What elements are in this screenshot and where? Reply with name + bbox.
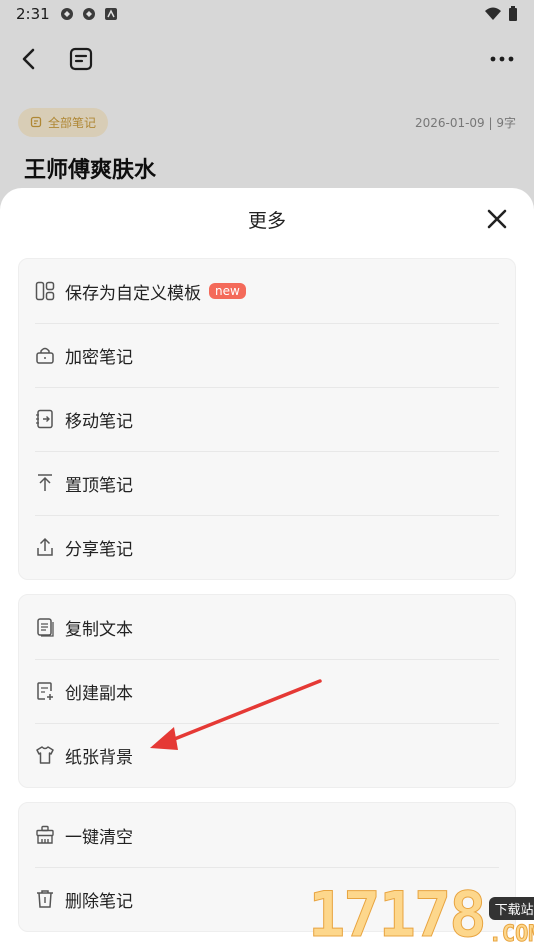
menu-item-label: 创建副本 bbox=[65, 683, 133, 704]
menu-item-encrypt[interactable]: 加密笔记 bbox=[19, 323, 515, 387]
menu-item-label: 移动笔记 bbox=[65, 411, 133, 432]
menu-group-copy: 复制文本 创建副本 纸张背景 bbox=[18, 594, 516, 788]
new-badge: new bbox=[209, 283, 246, 299]
menu-item-paper-background[interactable]: 纸张背景 bbox=[19, 723, 515, 787]
trash-icon bbox=[35, 889, 55, 909]
watermark-suffix: .COM bbox=[488, 922, 534, 947]
menu-item-save-template[interactable]: 保存为自定义模板 new bbox=[19, 259, 515, 323]
menu-item-label: 一键清空 bbox=[65, 827, 133, 848]
menu-item-pin-top[interactable]: 置顶笔记 bbox=[19, 451, 515, 515]
menu-item-clear[interactable]: 一键清空 bbox=[19, 803, 515, 867]
pin-top-icon bbox=[35, 473, 55, 493]
menu-item-label: 加密笔记 bbox=[65, 347, 133, 368]
copy-text-icon bbox=[35, 617, 55, 637]
watermark-logo: 17178 下载站 .COM bbox=[308, 878, 534, 948]
menu-item-copy-text[interactable]: 复制文本 bbox=[19, 595, 515, 659]
watermark-tag: 下载站 bbox=[488, 897, 534, 920]
menu-item-duplicate[interactable]: 创建副本 bbox=[19, 659, 515, 723]
shirt-icon bbox=[35, 745, 55, 765]
close-icon[interactable] bbox=[486, 208, 508, 230]
menu-item-label: 复制文本 bbox=[65, 619, 133, 640]
move-icon bbox=[35, 409, 55, 429]
menu-item-share[interactable]: 分享笔记 bbox=[19, 515, 515, 579]
lock-icon bbox=[35, 345, 55, 365]
menu-item-move[interactable]: 移动笔记 bbox=[19, 387, 515, 451]
menu-group-note: 保存为自定义模板 new 加密笔记 移动笔记 置顶笔记 分享笔记 bbox=[18, 258, 516, 580]
more-sheet: 更多 保存为自定义模板 new 加密笔记 移动笔记 置顶笔记 分享笔记 复制文本 bbox=[0, 188, 534, 948]
watermark-number: 17178 bbox=[308, 878, 488, 948]
duplicate-icon bbox=[35, 681, 55, 701]
menu-item-label: 纸张背景 bbox=[65, 747, 133, 768]
menu-item-label: 保存为自定义模板 bbox=[65, 283, 201, 304]
clear-icon bbox=[35, 825, 55, 845]
sheet-title: 更多 bbox=[247, 210, 286, 232]
menu-item-label: 置顶笔记 bbox=[65, 475, 133, 496]
menu-item-label: 删除笔记 bbox=[65, 891, 133, 912]
share-icon bbox=[35, 537, 55, 557]
menu-item-label: 分享笔记 bbox=[65, 539, 133, 560]
template-icon bbox=[35, 281, 55, 301]
